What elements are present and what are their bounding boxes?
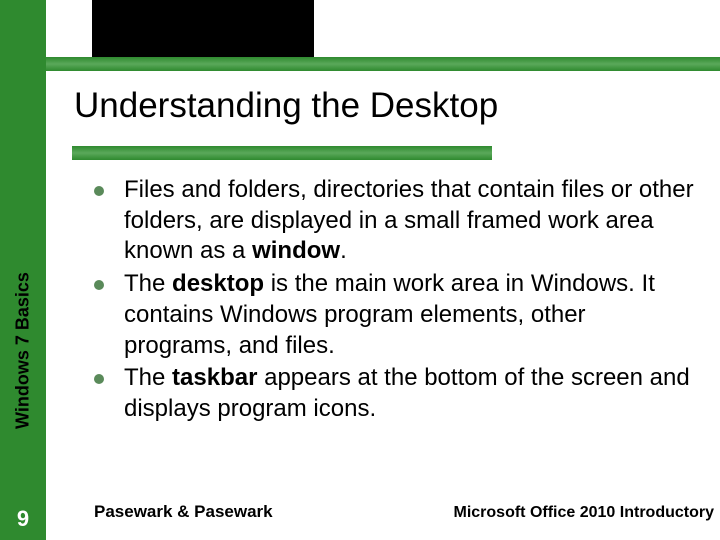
bullet-icon [94,374,104,384]
footer-right: Microsoft Office 2010 Introductory [454,504,715,522]
list-item: The taskbar appears at the bottom of the… [94,363,694,424]
bullet-text: The taskbar appears at the bottom of the… [124,363,694,424]
list-item: Files and folders, directories that cont… [94,175,694,267]
sidebar-label: Windows 7 Basics [13,272,34,429]
bullet-icon [94,186,104,196]
bullet-text: The desktop is the main work area in Win… [124,269,694,361]
page-number: 9 [0,506,46,532]
slide-title: Understanding the Desktop [74,86,498,126]
sidebar: Windows 7 Basics 9 [0,0,46,540]
main-area: Understanding the Desktop Files and fold… [46,0,720,540]
bullet-icon [94,280,104,290]
slide: Windows 7 Basics 9 Understanding the Des… [0,0,720,540]
footer-left: Pasewark & Pasewark [94,502,273,522]
footer: Pasewark & Pasewark Microsoft Office 201… [94,502,714,522]
header: Understanding the Desktop [46,0,720,150]
header-green-bar [46,57,720,71]
list-item: The desktop is the main work area in Win… [94,269,694,361]
bullet-list: Files and folders, directories that cont… [94,175,694,427]
title-underline-bar [72,146,492,160]
header-dark-block [92,0,314,58]
bullet-text: Files and folders, directories that cont… [124,175,694,267]
